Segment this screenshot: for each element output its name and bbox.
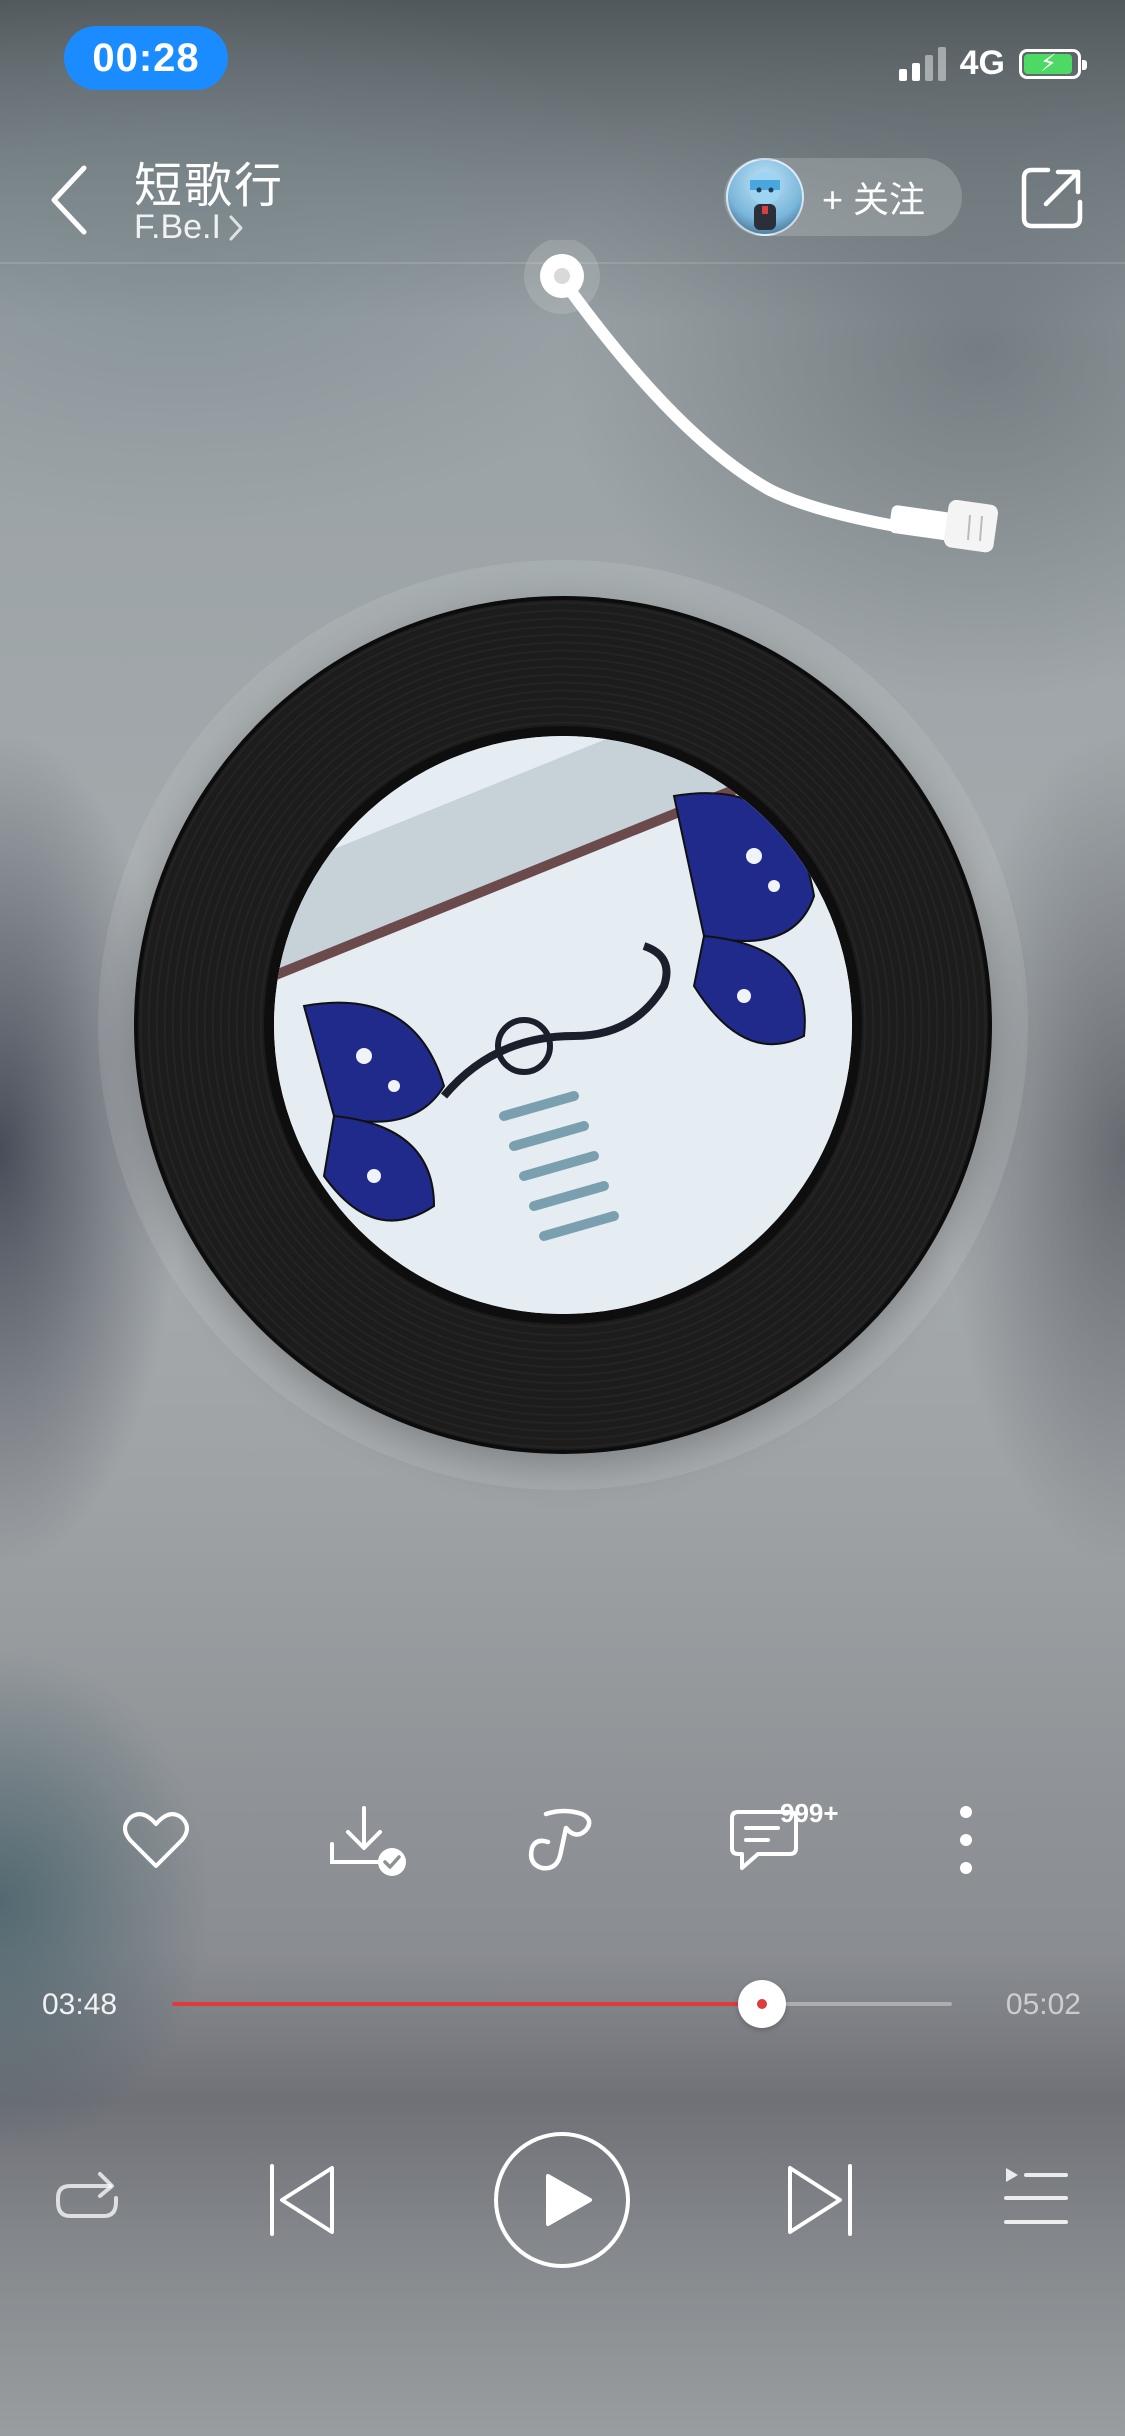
current-time: 03:48: [42, 1988, 118, 2021]
share-icon: [1021, 167, 1083, 229]
status-indicators: 4G ⚡: [898, 44, 1087, 83]
previous-button[interactable]: [262, 2160, 342, 2240]
download-done-icon: [330, 1806, 406, 1876]
album-cover: [274, 736, 852, 1314]
signal-icon: [898, 46, 946, 81]
comment-count-badge: 999+: [780, 1798, 839, 1828]
play-button[interactable]: [492, 2130, 632, 2270]
playlist-button[interactable]: [1002, 2162, 1072, 2234]
now-playing-screen: 00:28 4G ⚡ 短歌行 F.Be.I + 关注 999+ 03:48 05…: [0, 0, 1125, 2436]
progress-fill: [172, 2002, 763, 2006]
avatar-image: [749, 172, 781, 230]
like-button[interactable]: [116, 1800, 196, 1880]
download-button[interactable]: [324, 1800, 406, 1880]
song-title: 短歌行: [134, 160, 285, 213]
network-label: 4G: [959, 44, 1005, 82]
sing-button[interactable]: [520, 1800, 600, 1880]
repeat-button[interactable]: [48, 2162, 128, 2234]
action-row: [0, 1800, 1125, 1880]
artist-name: F.Be.I: [134, 208, 221, 246]
play-icon: [494, 2132, 630, 2268]
previous-icon: [270, 2164, 334, 2236]
tonearm: [524, 240, 999, 553]
artist-avatar[interactable]: [726, 158, 804, 236]
total-time: 05:02: [1005, 1988, 1081, 2021]
share-button[interactable]: [1018, 164, 1086, 232]
next-button[interactable]: [780, 2160, 860, 2240]
chevron-right-icon: [229, 215, 243, 240]
progress-slider[interactable]: [172, 1980, 952, 2028]
heart-icon: [123, 1812, 189, 1868]
progress-thumb[interactable]: [738, 1980, 787, 2028]
follow-label: + 关注: [822, 179, 926, 220]
album-art-image: [274, 736, 852, 1314]
more-button[interactable]: [926, 1800, 1006, 1880]
repeat-icon: [56, 2172, 118, 2218]
back-button[interactable]: [46, 160, 96, 240]
playlist-icon: [1004, 2168, 1068, 2224]
status-time: 00:28: [64, 26, 228, 90]
sing-icon: [528, 1808, 592, 1871]
next-icon: [788, 2164, 852, 2236]
artist-link[interactable]: F.Be.I: [134, 208, 245, 247]
chevron-left-icon: [51, 165, 87, 235]
follow-button[interactable]: + 关注: [724, 158, 962, 236]
more-icon: [960, 1806, 972, 1874]
battery-icon: ⚡: [1019, 48, 1087, 79]
